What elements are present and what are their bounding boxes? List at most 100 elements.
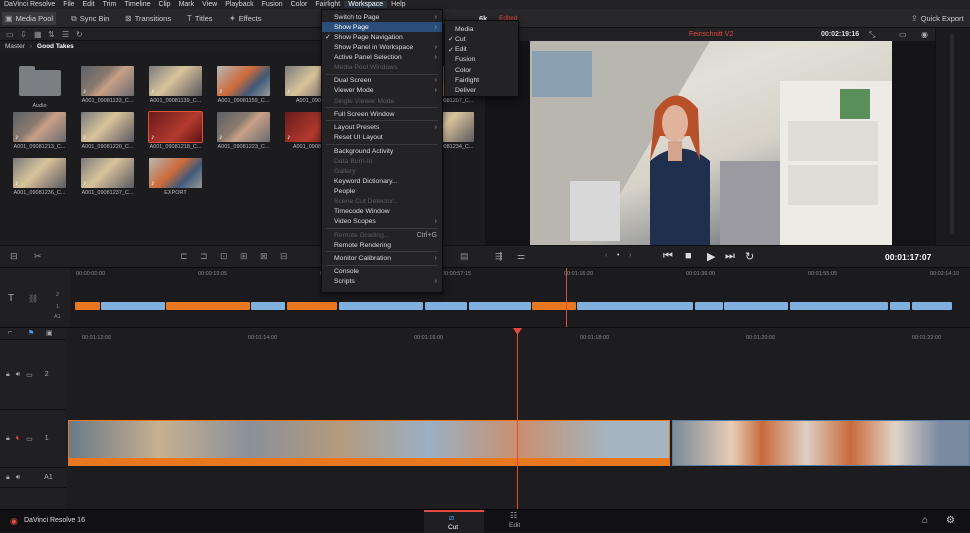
overview-clip-segment[interactable]	[166, 302, 250, 310]
workspace-menu-item[interactable]: Switch to Page ›	[322, 12, 442, 22]
workspace-menu-item[interactable]: Layout Presets ›	[322, 123, 442, 133]
workspace-menu-item[interactable]: People	[322, 186, 442, 196]
refresh-icon[interactable]: ↻	[76, 30, 83, 39]
menu-color[interactable]: Color	[287, 1, 312, 8]
breadcrumb-master[interactable]: Master	[0, 43, 30, 50]
menu-help[interactable]: Help	[387, 1, 409, 8]
sort-icon[interactable]: ⇅	[48, 30, 55, 39]
viewer-options-icon[interactable]: ▭	[899, 30, 907, 39]
append-icon[interactable]: ⊐	[200, 251, 208, 262]
menu-trim[interactable]: Trim	[99, 1, 121, 8]
loop-icon[interactable]: ↻	[745, 250, 754, 263]
menu-fusion[interactable]: Fusion	[258, 1, 287, 8]
audio-icon[interactable]: 🔊︎	[16, 371, 20, 379]
overview-clip-segment[interactable]	[577, 302, 693, 310]
close-up-icon[interactable]: ⊞	[240, 251, 248, 262]
overview-playhead[interactable]	[566, 268, 567, 328]
workspace-menu-item[interactable]: Show Page Navigation ✓	[322, 32, 442, 42]
lock-icon[interactable]: 🔒︎	[6, 371, 10, 379]
jog-right-icon[interactable]: ›	[629, 252, 631, 259]
media-clip[interactable]: ♪ A001_09081236_C...	[13, 158, 66, 196]
media-clip[interactable]: ♪ A001_09081220_C...	[81, 112, 134, 150]
workspace-menu-item[interactable]: Video Scopes ›	[322, 217, 442, 227]
media-clip[interactable]: ♪ A001_09081159_C...	[217, 66, 270, 104]
workspace-menu-item[interactable]: Active Panel Selection ›	[322, 52, 442, 62]
link-icon[interactable]: ⛓	[28, 294, 38, 303]
play-icon[interactable]: ▶	[707, 250, 715, 263]
go-to-start-icon[interactable]: ⏮	[663, 250, 673, 263]
show-page-item[interactable]: Edit ✓	[445, 45, 518, 55]
snapping-icon[interactable]: ⌐	[8, 329, 12, 336]
snap-icon[interactable]: ⊟	[10, 251, 18, 262]
workspace-menu-item[interactable]: Show Page ›	[322, 22, 442, 33]
text-tool-icon[interactable]: T	[8, 293, 14, 304]
overview-clip-segment[interactable]	[469, 302, 531, 310]
workspace-menu-item[interactable]: Full Screen Window	[322, 109, 442, 119]
audio-mute-icon[interactable]: 🔇︎	[16, 435, 20, 443]
blade-icon[interactable]: ✂	[34, 251, 42, 262]
media-clip[interactable]: ♪ A001_09081223_C...	[217, 112, 270, 150]
bin-list-icon[interactable]: ▭	[6, 30, 14, 39]
show-page-item[interactable]: Color	[445, 65, 518, 75]
quick-export-button[interactable]: ⇪ Quick Export	[908, 12, 967, 25]
workspace-menu-item[interactable]: Show Panel in Workspace ›	[322, 42, 442, 52]
workspace-menu-item[interactable]: Background Activity	[322, 146, 442, 156]
smart-insert-icon[interactable]: ⊏	[180, 251, 188, 262]
smart-bin-icon[interactable]: ▦	[34, 30, 42, 39]
menu-view[interactable]: View	[198, 1, 221, 8]
overview-clip-segment[interactable]	[912, 302, 952, 310]
menu-playback[interactable]: Playback	[221, 1, 257, 8]
stop-icon[interactable]: ■	[685, 250, 692, 262]
effects-button[interactable]: ✦ Effects	[226, 12, 265, 25]
overview-clip-segment[interactable]	[251, 302, 285, 310]
workspace-menu-item[interactable]: Reset UI Layout	[322, 133, 442, 143]
lock-icon[interactable]: 🔒︎	[6, 474, 10, 482]
overview-clip-segment[interactable]	[790, 302, 888, 310]
workspace-menu-item[interactable]: Console	[322, 267, 442, 277]
source-overwrite-icon[interactable]: ⊟	[280, 251, 288, 262]
settings-sliders-icon[interactable]: ⚌	[517, 251, 525, 262]
place-on-top-icon[interactable]: ⊠	[260, 251, 268, 262]
menu-clip[interactable]: Clip	[155, 1, 175, 8]
playhead-handle[interactable]	[513, 328, 522, 335]
menu-mark[interactable]: Mark	[175, 1, 199, 8]
menu-edit[interactable]: Edit	[79, 1, 99, 8]
menu-timeline[interactable]: Timeline	[120, 1, 154, 8]
bin-folder[interactable]: Audio	[13, 66, 66, 109]
timeline-clip-v1-a[interactable]	[68, 420, 670, 466]
overview-clip-segment[interactable]	[724, 302, 788, 310]
marker-icon[interactable]: ▣	[46, 329, 53, 337]
overview-clip-segment[interactable]	[339, 302, 423, 310]
viewer-size-icon[interactable]: ⤡	[869, 30, 875, 40]
show-page-item[interactable]: Fusion	[445, 55, 518, 65]
workspace-menu-item[interactable]: Monitor Calibration ›	[322, 253, 442, 263]
sync-bin-button[interactable]: ⧉ Sync Bin	[68, 12, 112, 25]
monitor-icon[interactable]: ▭	[26, 371, 33, 379]
jog-left-icon[interactable]: ‹	[605, 252, 607, 259]
breadcrumb-good-takes[interactable]: Good Takes	[32, 43, 79, 50]
media-clip[interactable]: ♪ A001_09081237_C...	[81, 158, 134, 196]
go-to-end-icon[interactable]: ⏭	[725, 250, 735, 263]
page-cut-button[interactable]: ⧄ Cut	[424, 510, 484, 533]
list-view-icon[interactable]: ☰	[62, 30, 69, 39]
show-page-item[interactable]: Deliver	[445, 86, 518, 96]
show-page-item[interactable]: Cut ✓	[445, 34, 518, 44]
show-page-item[interactable]: Media	[445, 24, 518, 34]
workspace-menu-item[interactable]: Remote Rendering	[322, 240, 442, 250]
settings-gear-icon[interactable]: ⚙	[946, 515, 955, 526]
overview-clip-segment[interactable]	[101, 302, 165, 310]
audio-icon[interactable]: 🔊︎	[16, 474, 20, 482]
transitions-button[interactable]: ⊠ Transitions	[122, 12, 174, 25]
workspace-menu-item[interactable]: Dual Screen ›	[322, 76, 442, 86]
home-icon[interactable]: ⌂	[922, 515, 928, 526]
layout-icon[interactable]: ▤	[460, 251, 469, 262]
workspace-menu-item[interactable]: Scripts ›	[322, 277, 442, 287]
jog-dot-icon[interactable]: •	[617, 252, 619, 259]
menu-file[interactable]: File	[59, 1, 78, 8]
workspace-menu-item[interactable]: Keyword Dictionary...	[322, 176, 442, 186]
source-tape-icon[interactable]: ⇶	[495, 251, 503, 262]
overview-clip-segment[interactable]	[532, 302, 576, 310]
media-pool-button[interactable]: ▣ Media Pool	[2, 12, 57, 25]
monitor-icon[interactable]: ▭	[26, 435, 33, 443]
titles-button[interactable]: T Titles	[184, 12, 216, 25]
